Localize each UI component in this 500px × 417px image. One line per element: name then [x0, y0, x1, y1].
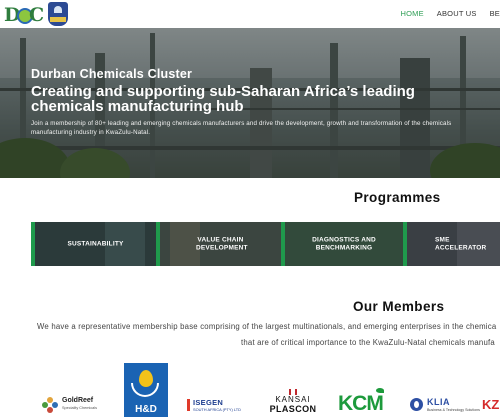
- doc-logo[interactable]: D C: [4, 3, 46, 27]
- programme-card-sme-accelerator[interactable]: SME ACCELERATOR: [403, 222, 500, 266]
- members-intro-line-2: that are of critical importance to the K…: [241, 338, 495, 347]
- goldreef-tagline: Speciality Chemicals: [62, 406, 98, 410]
- hd-ring-icon: [131, 383, 159, 397]
- kansai-line-1: KANSAI: [275, 395, 311, 404]
- isegen-bar-icon: [187, 399, 190, 411]
- hero-banner: Durban Chemicals Cluster Creating and su…: [0, 28, 500, 178]
- crest-band: [50, 17, 66, 22]
- programme-card-label: DIAGNOSTICS AND BENCHMARKING: [312, 236, 376, 252]
- member-logo-kansai-plascon[interactable]: KANSAI PLASCON: [263, 389, 323, 417]
- hero-subtext: Join a membership of 80+ leading and eme…: [31, 120, 452, 136]
- programme-card-diagnostics[interactable]: DIAGNOSTICS AND BENCHMARKING: [281, 222, 403, 266]
- member-logo-isegen[interactable]: ISEGEN SOUTH AFRICA (PTY) LTD: [187, 398, 253, 416]
- klia-name: KLIA: [427, 397, 450, 407]
- goldreef-name: GoldReef: [62, 397, 94, 404]
- programme-card-label: SUSTAINABILITY: [67, 240, 124, 248]
- hero-headline: Creating and supporting sub-Saharan Afri…: [31, 83, 415, 115]
- klia-globe-icon: [410, 398, 423, 411]
- klia-tagline: Business & Technology Solutions: [427, 408, 480, 412]
- isegen-tagline: SOUTH AFRICA (PTY) LTD: [193, 407, 241, 412]
- goldreef-mark-icon: [42, 397, 58, 413]
- hd-text: H&D: [135, 404, 157, 415]
- members-intro-line-1: We have a representative membership base…: [37, 322, 497, 331]
- site-header: D C HOME ABOUT US BE: [0, 0, 500, 28]
- logo-letter-c: C: [29, 4, 45, 26]
- member-logo-kz[interactable]: KZ: [482, 396, 500, 416]
- programme-card-value-chain[interactable]: VALUE CHAIN DEVELOPMENT: [156, 222, 281, 266]
- programme-card-sustainability[interactable]: SUSTAINABILITY: [31, 222, 156, 266]
- members-title: Our Members: [353, 299, 445, 314]
- main-nav: HOME ABOUT US BE: [387, 6, 500, 22]
- programmes-title: Programmes: [354, 190, 441, 205]
- member-logo-hd[interactable]: H&D: [124, 363, 168, 417]
- member-logo-goldreef[interactable]: GoldReef Speciality Chemicals: [42, 396, 108, 416]
- nav-become-member-link[interactable]: BE: [490, 6, 500, 22]
- hero-eyebrow: Durban Chemicals Cluster: [31, 67, 193, 81]
- programme-card-label: SME ACCELERATOR: [435, 236, 487, 252]
- municipality-crest-logo[interactable]: [48, 2, 68, 26]
- isegen-name: ISEGEN: [193, 398, 224, 407]
- kcm-text: KCM: [338, 392, 384, 415]
- member-logo-klia[interactable]: KLIA Business & Technology Solutions: [410, 396, 480, 416]
- programmes-carousel: SUSTAINABILITY VALUE CHAIN DEVELOPMENT D…: [31, 222, 500, 266]
- member-logo-kcm[interactable]: KCM: [338, 388, 394, 416]
- kz-text: KZ: [482, 397, 500, 412]
- kansai-line-2: PLASCON: [269, 404, 317, 414]
- nav-home-link[interactable]: HOME: [400, 6, 423, 22]
- nav-about-link[interactable]: ABOUT US: [437, 6, 477, 22]
- crest-dome-icon: [54, 6, 62, 13]
- programme-card-label: VALUE CHAIN DEVELOPMENT: [196, 236, 248, 252]
